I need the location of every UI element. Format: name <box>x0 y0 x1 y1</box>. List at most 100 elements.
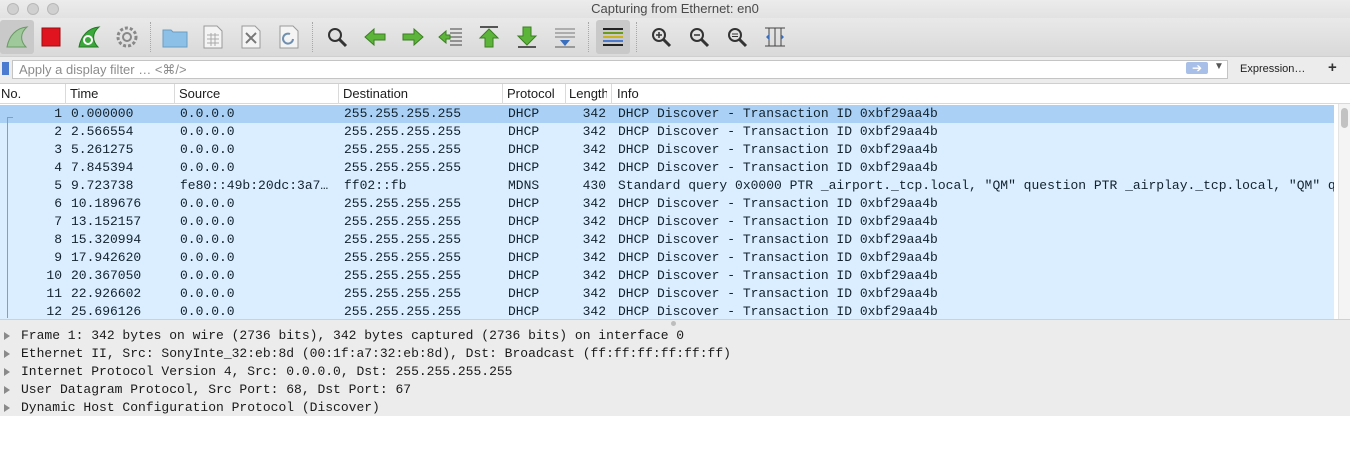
packet-destination: 255.255.255.255 <box>344 250 462 265</box>
packet-number: 1 <box>54 106 62 121</box>
detail-text: Dynamic Host Configuration Protocol (Dis… <box>21 400 380 415</box>
find-packet-button[interactable] <box>320 20 354 54</box>
folder-icon <box>162 29 188 48</box>
packet-destination: 255.255.255.255 <box>344 232 462 247</box>
detail-tree-item[interactable]: Frame 1: 342 bytes on wire (2736 bits), … <box>0 327 1350 345</box>
detail-tree-item[interactable]: User Datagram Protocol, Src Port: 68, Ds… <box>0 381 1350 399</box>
file-grid-icon <box>203 25 223 49</box>
detail-text: Ethernet II, Src: SonyInte_32:eb:8d (00:… <box>21 346 731 361</box>
expand-triangle-icon[interactable] <box>4 368 10 376</box>
packet-number: 4 <box>54 160 62 175</box>
column-divider[interactable] <box>565 84 566 104</box>
packet-length: 342 <box>582 250 606 265</box>
auto-scroll-button[interactable] <box>548 20 582 54</box>
table-row[interactable]: 11 22.926602 0.0.0.0 255.255.255.255 DHCP 342… <box>0 285 1334 303</box>
packet-length: 342 <box>582 232 606 247</box>
packet-length: 342 <box>582 160 606 175</box>
packet-time: 17.942620 <box>71 250 142 265</box>
expression-button[interactable]: Expression… <box>1240 63 1305 75</box>
detail-tree-item[interactable]: Dynamic Host Configuration Protocol (Dis… <box>0 399 1350 417</box>
table-row[interactable]: 4 7.845394 0.0.0.0 255.255.255.255 DHCP 342 DH… <box>0 159 1334 177</box>
display-filter-input[interactable]: Apply a display filter … <⌘/> <box>12 60 1228 79</box>
table-row[interactable]: 9 17.942620 0.0.0.0 255.255.255.255 DHCP 342 D… <box>0 249 1334 267</box>
column-header-time[interactable]: Time <box>70 86 170 101</box>
table-row[interactable]: 8 15.320994 0.0.0.0 255.255.255.255 DHCP 342 D… <box>0 231 1334 249</box>
packet-protocol: DHCP <box>508 304 540 319</box>
toolbar-separator <box>150 22 152 52</box>
restart-capture-button[interactable] <box>72 20 106 54</box>
column-header-source[interactable]: Source <box>179 86 335 101</box>
column-header-info[interactable]: Info <box>617 86 917 101</box>
table-row[interactable]: 2 2.566554 0.0.0.0 255.255.255.255 DHCP 342 DH… <box>0 123 1334 141</box>
normal-size-button[interactable] <box>720 20 754 54</box>
save-file-button[interactable] <box>196 20 230 54</box>
go-forward-button[interactable] <box>396 20 430 54</box>
column-divider[interactable] <box>611 84 612 104</box>
packet-time: 15.320994 <box>71 232 142 247</box>
table-row[interactable]: 3 5.261275 0.0.0.0 255.255.255.255 DHCP 342 DH… <box>0 141 1334 159</box>
packet-source: 0.0.0.0 <box>180 268 235 283</box>
add-filter-button[interactable]: + <box>1328 59 1337 76</box>
column-divider[interactable] <box>65 84 66 104</box>
packet-info: DHCP Discover - Transaction ID 0xbf29aa4… <box>618 196 938 211</box>
detail-tree-item[interactable]: Ethernet II, Src: SonyInte_32:eb:8d (00:… <box>0 345 1350 363</box>
close-file-button[interactable] <box>234 20 268 54</box>
packet-info: Standard query 0x0000 PTR _airport._tcp.… <box>618 178 1334 193</box>
stop-capture-button[interactable] <box>34 20 68 54</box>
title-bar: Capturing from Ethernet: en0 <box>0 0 1350 18</box>
capture-options-button[interactable] <box>110 20 144 54</box>
colorize-button[interactable] <box>596 20 630 54</box>
column-divider[interactable] <box>174 84 175 104</box>
packet-protocol: DHCP <box>508 160 540 175</box>
first-packet-button[interactable] <box>472 20 506 54</box>
pane-splitter[interactable] <box>0 319 1350 326</box>
column-header-destination[interactable]: Destination <box>343 86 499 101</box>
open-file-button[interactable] <box>158 20 192 54</box>
zoom-out-button[interactable] <box>682 20 716 54</box>
scrollbar-thumb[interactable] <box>1341 108 1348 128</box>
restart-fin-icon <box>78 26 101 48</box>
packet-list[interactable]: 1 0.000000 0.0.0.0 255.255.255.255 DHCP 342 DH… <box>0 104 1340 319</box>
table-row[interactable]: 10 20.367050 0.0.0.0 255.255.255.255 DHCP 342… <box>0 267 1334 285</box>
expand-triangle-icon[interactable] <box>4 332 10 340</box>
expand-triangle-icon[interactable] <box>4 404 10 412</box>
packet-number: 8 <box>54 232 62 247</box>
packet-list-scrollbar[interactable] <box>1338 104 1350 319</box>
packet-destination: 255.255.255.255 <box>344 286 462 301</box>
reload-file-button[interactable] <box>272 20 306 54</box>
gear-icon <box>116 26 138 48</box>
column-divider[interactable] <box>338 84 339 104</box>
table-row[interactable]: 7 13.152157 0.0.0.0 255.255.255.255 DHCP 342 D… <box>0 213 1334 231</box>
filter-bookmark-icon[interactable] <box>2 62 9 75</box>
go-back-button[interactable] <box>358 20 392 54</box>
toolbar-separator <box>636 22 638 52</box>
column-divider[interactable] <box>502 84 503 104</box>
column-header-protocol[interactable]: Protocol <box>507 86 563 101</box>
apply-filter-arrow-icon[interactable]: ➔ <box>1186 62 1208 74</box>
table-row[interactable]: 6 10.189676 0.0.0.0 255.255.255.255 DHCP 342 D… <box>0 195 1334 213</box>
column-header-no[interactable]: No. <box>1 86 63 101</box>
go-to-packet-button[interactable] <box>434 20 468 54</box>
packet-length: 430 <box>582 178 606 193</box>
detail-tree-item[interactable]: Internet Protocol Version 4, Src: 0.0.0.… <box>0 363 1350 381</box>
expand-triangle-icon[interactable] <box>4 350 10 358</box>
detail-text: Internet Protocol Version 4, Src: 0.0.0.… <box>21 364 513 379</box>
jump-to-icon <box>438 28 462 46</box>
arrow-right-icon <box>402 27 424 47</box>
start-capture-button[interactable] <box>0 20 34 54</box>
table-row[interactable]: 5 9.723738 fe80::49b:20dc:3a7… ff02::fb MDNS… <box>0 177 1334 195</box>
packet-number: 11 <box>46 286 62 301</box>
last-packet-button[interactable] <box>510 20 544 54</box>
resize-columns-icon <box>765 27 785 47</box>
table-row[interactable]: 12 25.696126 0.0.0.0 255.255.255.255 DHCP 342… <box>0 303 1334 319</box>
zoom-in-icon <box>652 28 672 48</box>
packet-time: 0.000000 <box>71 106 134 121</box>
table-row[interactable]: 1 0.000000 0.0.0.0 255.255.255.255 DHCP 342 DH… <box>0 105 1334 123</box>
resize-columns-button[interactable] <box>758 20 792 54</box>
filter-history-dropdown-icon[interactable]: ▼ <box>1214 61 1224 72</box>
packet-bytes-pane <box>0 416 1350 472</box>
column-header-length[interactable]: Length <box>569 86 607 101</box>
expand-triangle-icon[interactable] <box>4 386 10 394</box>
packet-source: 0.0.0.0 <box>180 232 235 247</box>
zoom-in-button[interactable] <box>644 20 678 54</box>
